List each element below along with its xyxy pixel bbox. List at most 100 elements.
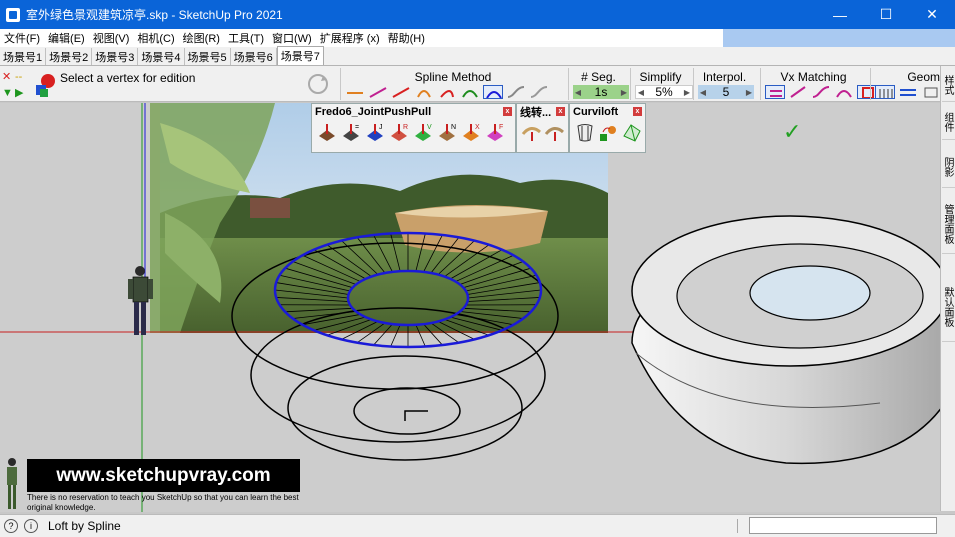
jointpushpull-tools: = J R V N X F (312, 119, 515, 146)
line-to-tube-icon[interactable] (521, 122, 541, 143)
round-pushpull-icon[interactable]: R (388, 122, 409, 143)
scene-canvas[interactable] (0, 103, 940, 512)
close-button[interactable]: ✕ (909, 0, 955, 29)
spline-method-buttons (345, 85, 549, 99)
geom-group: Geom (870, 68, 940, 100)
arc-match-icon[interactable] (834, 85, 854, 99)
s-match-icon[interactable] (811, 85, 831, 99)
skin-contour-icon[interactable] (621, 122, 641, 143)
grid-geom-icon[interactable] (875, 85, 895, 99)
scene-tab-6[interactable]: 场景号6 (231, 48, 277, 65)
curviloft-title: Curviloft (573, 105, 619, 118)
sketchup-app-icon[interactable] (6, 7, 20, 22)
model-viewport[interactable]: ✓ (0, 103, 940, 512)
bspline-method-icon[interactable] (483, 85, 503, 99)
loft-along-path-icon[interactable] (597, 122, 617, 143)
menu-draw[interactable]: 绘图(R) (179, 30, 224, 46)
frame-geom-icon[interactable] (921, 85, 941, 99)
geom-label: Geom (907, 70, 940, 84)
menu-window[interactable]: 窗口(W) (268, 30, 316, 46)
polyline-method-icon[interactable] (368, 85, 388, 99)
watermark-banner: www.sketchupvray.com (27, 459, 300, 492)
checkmark-icon[interactable]: ✓ (783, 119, 801, 145)
jpp-letter: X (475, 124, 480, 131)
scene-tab-4[interactable]: 场景号4 (138, 48, 185, 65)
decrement-icon[interactable]: ◀ (698, 88, 708, 97)
decrement-icon[interactable]: ◀ (573, 88, 583, 97)
menu-extensions[interactable]: 扩展程序 (x) (316, 30, 384, 46)
jointpushpull-title: Fredo6_JointPushPull (315, 105, 432, 118)
close-icon[interactable]: x (633, 107, 642, 116)
tray-tab-default[interactable]: 默认面板 (942, 272, 955, 342)
polyline2-method-icon[interactable] (391, 85, 411, 99)
cubic-method-icon[interactable] (506, 85, 526, 99)
line-method-icon[interactable] (345, 85, 365, 99)
scale-figure[interactable] (128, 266, 153, 335)
menu-camera[interactable]: 相机(C) (133, 30, 178, 46)
tray-tab-components[interactable]: 组件 (942, 104, 955, 140)
increment-icon[interactable]: ▶ (744, 88, 754, 97)
decrement-icon[interactable]: ◀ (636, 88, 646, 97)
info-icon[interactable]: i (24, 519, 38, 533)
jpp-letter: N (451, 124, 456, 131)
line-to-shape-icon[interactable] (544, 122, 564, 143)
nseg-spinner[interactable]: ◀ 1s ▶ (573, 85, 629, 99)
down-arrow-icon[interactable]: ▼ (2, 88, 13, 99)
jpp-letter: J (379, 124, 383, 131)
scene-tab-5[interactable]: 场景号5 (185, 48, 231, 65)
nseg-label: # Seg. (581, 70, 616, 84)
minimize-button[interactable]: — (817, 0, 863, 29)
arc-method-icon[interactable] (414, 85, 434, 99)
scene-tab-2[interactable]: 场景号2 (46, 48, 93, 65)
jpp-letter: = (355, 124, 359, 131)
menu-view[interactable]: 视图(V) (89, 30, 134, 46)
title-bar: 室外绿色景观建筑凉亭.skp - SketchUp Pro 2021 — ☐ ✕ (0, 0, 955, 29)
pushpull-icon[interactable] (316, 122, 337, 143)
maximize-button[interactable]: ☐ (863, 0, 909, 29)
bowl-model[interactable] (631, 215, 940, 465)
diag-match-icon[interactable] (788, 85, 808, 99)
joint-pushpull-icon[interactable]: = (340, 122, 361, 143)
lines-geom-icon[interactable] (898, 85, 918, 99)
interpol-spinner[interactable]: ◀ 5 ▶ (698, 85, 754, 99)
normal-pushpull-icon[interactable]: N (436, 122, 457, 143)
close-icon[interactable]: x (503, 107, 512, 116)
cancel-vertex-icon[interactable]: ✕ (2, 72, 11, 83)
tray-tab-shadows[interactable]: 阴影 (942, 146, 955, 188)
loft-by-spline-icon[interactable] (574, 122, 594, 143)
scene-tab-7[interactable]: 场景号7 (276, 46, 324, 65)
interpol-group: Interpol. ◀ 5 ▶ (693, 68, 755, 100)
jointpushpull-panel: Fredo6_JointPushPull x = J R V N X F (311, 103, 516, 153)
simplify-group: Simplify ◀ 5% ▶ (630, 68, 693, 100)
measurements-box[interactable] (749, 517, 937, 534)
menu-edit[interactable]: 编辑(E) (44, 30, 89, 46)
tray-tab-styles[interactable]: 样式 (942, 68, 955, 102)
scene-tab-1[interactable]: 场景号1 (0, 48, 47, 65)
menu-file[interactable]: 文件(F) (0, 30, 44, 46)
dash-icon[interactable]: -- (15, 72, 22, 83)
play-arrow-icon[interactable]: ▶ (15, 88, 23, 99)
refresh-icon[interactable] (305, 72, 331, 96)
geo-location-icon[interactable]: ? (4, 519, 18, 533)
increment-icon[interactable]: ▶ (619, 88, 629, 97)
increment-icon[interactable]: ▶ (682, 88, 692, 97)
simplify-spinner[interactable]: ◀ 5% ▶ (635, 85, 693, 99)
bezier-method-icon[interactable] (460, 85, 480, 99)
joint-pushpull-j-icon[interactable]: J (364, 122, 385, 143)
window-controls: — ☐ ✕ (817, 0, 955, 29)
simplify-label: Simplify (639, 70, 682, 84)
follow-pushpull-icon[interactable]: F (484, 122, 505, 143)
close-icon[interactable]: x (556, 107, 565, 116)
menu-help[interactable]: 帮助(H) (384, 30, 429, 46)
simplify-value: 5% (655, 85, 673, 99)
color-shapes-icon[interactable] (34, 73, 56, 99)
extrude-pushpull-icon[interactable]: X (460, 122, 481, 143)
scene-tab-3[interactable]: 场景号3 (92, 48, 139, 65)
nurbs-method-icon[interactable] (529, 85, 549, 99)
vector-pushpull-icon[interactable]: V (412, 122, 433, 143)
curve-method-icon[interactable] (437, 85, 457, 99)
tray-tab-manage[interactable]: 管理面板 (942, 194, 955, 254)
menu-tools[interactable]: 工具(T) (224, 30, 268, 46)
equal-match-icon[interactable] (765, 85, 785, 99)
jpp-letter: V (427, 124, 432, 131)
